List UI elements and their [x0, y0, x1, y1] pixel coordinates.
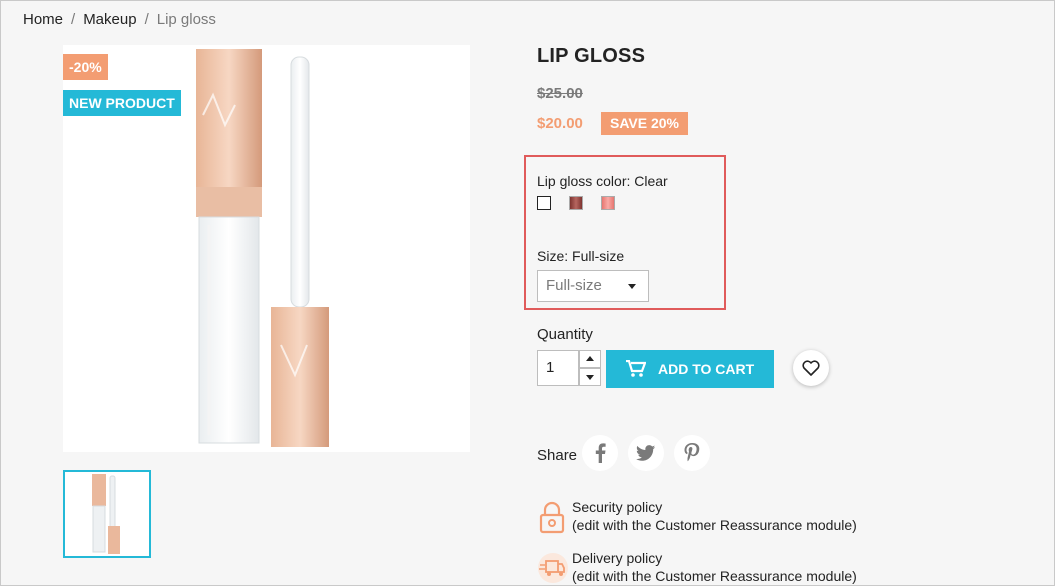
size-select-value: Full-size [546, 277, 602, 294]
chevron-down-icon [586, 375, 594, 380]
lock-icon [539, 501, 565, 534]
quantity-increase-button[interactable] [579, 350, 601, 368]
security-policy-subtitle: (edit with the Customer Reassurance modu… [572, 517, 857, 533]
facebook-share-button[interactable] [582, 435, 618, 471]
product-title: LIP GLOSS [537, 45, 646, 67]
quantity-label: Quantity [537, 326, 593, 343]
cart-icon [626, 360, 646, 377]
quantity-input[interactable]: 1 [537, 350, 579, 386]
size-select[interactable]: Full-size [537, 270, 649, 302]
caret-down-icon [628, 284, 636, 289]
quantity-decrease-button[interactable] [579, 368, 601, 386]
add-to-cart-label: ADD TO CART [658, 361, 755, 377]
delivery-policy-title: Delivery policy [572, 550, 663, 566]
color-label: Lip gloss color: Clear [537, 173, 668, 189]
breadcrumb: Home / Makeup / Lip gloss [23, 11, 216, 28]
breadcrumb-home[interactable]: Home [23, 11, 63, 28]
share-label: Share [537, 447, 578, 464]
breadcrumb-separator: / [71, 11, 76, 28]
truck-icon [538, 553, 568, 583]
chevron-up-icon [586, 356, 594, 361]
regular-price: $25.00 [537, 85, 583, 102]
breadcrumb-makeup[interactable]: Makeup [83, 11, 136, 28]
security-policy-title: Security policy [572, 499, 663, 515]
breadcrumb-current: Lip gloss [156, 11, 216, 28]
discount-badge: -20% [63, 54, 108, 80]
size-label: Size: Full-size [537, 248, 625, 264]
pinterest-icon [684, 443, 700, 462]
save-badge: SAVE 20% [601, 112, 688, 135]
breadcrumb-separator: / [144, 11, 149, 28]
swatch-pink[interactable] [601, 196, 615, 210]
current-price: $20.00 [537, 115, 583, 132]
twitter-icon [636, 444, 656, 461]
facebook-icon [595, 443, 606, 463]
pinterest-share-button[interactable] [674, 435, 710, 471]
product-main-image[interactable]: -20% NEW PRODUCT [63, 45, 470, 452]
swatch-clear[interactable] [537, 196, 551, 210]
wishlist-button[interactable] [793, 350, 829, 386]
delivery-policy-subtitle: (edit with the Customer Reassurance modu… [572, 568, 857, 584]
add-to-cart-button[interactable]: ADD TO CART [606, 350, 774, 388]
heart-icon [802, 360, 820, 376]
product-thumbnail[interactable] [63, 470, 151, 558]
new-product-badge: NEW PRODUCT [63, 90, 181, 116]
twitter-share-button[interactable] [628, 435, 664, 471]
lip-gloss-thumbnail-image [92, 474, 120, 554]
swatch-brown[interactable] [569, 196, 583, 210]
